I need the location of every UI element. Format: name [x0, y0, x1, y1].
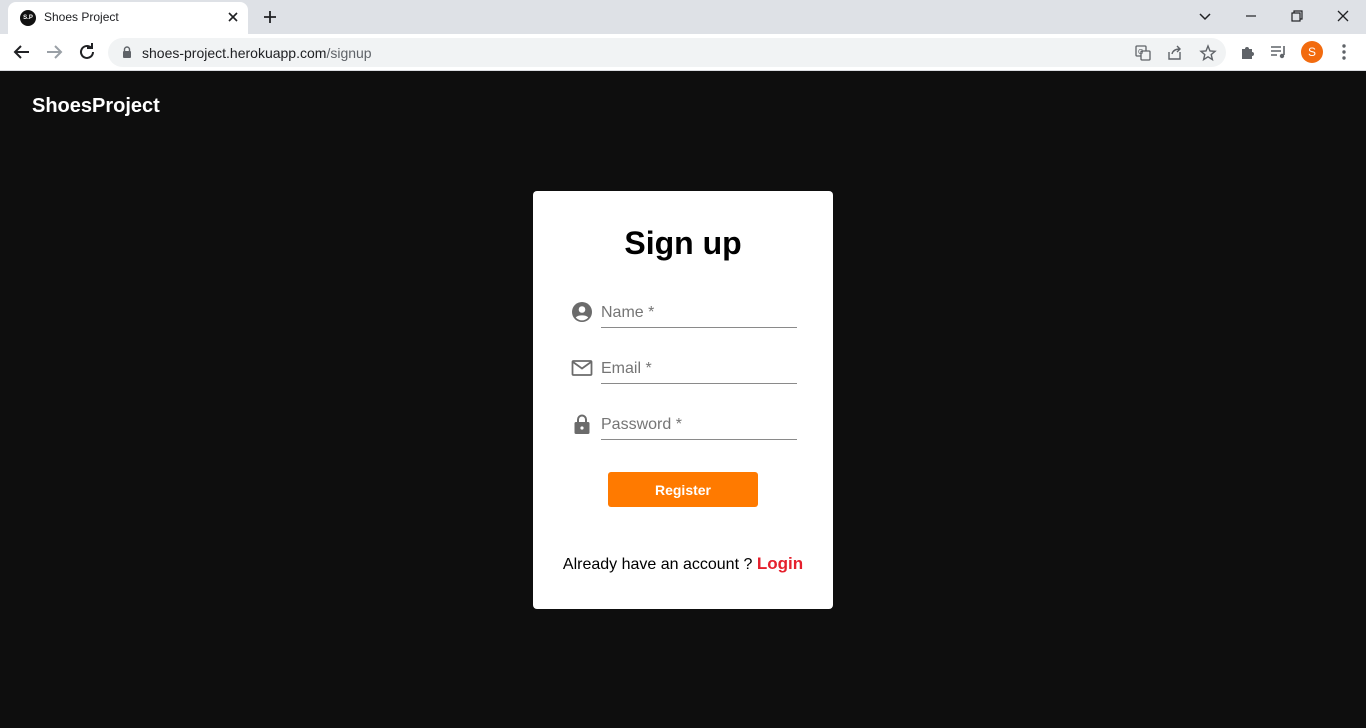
password-input[interactable]: [601, 410, 797, 440]
minimize-icon[interactable]: [1239, 4, 1263, 28]
address-bar[interactable]: shoes-project.herokuapp.com/signup G: [108, 38, 1226, 67]
translate-icon[interactable]: G: [1133, 43, 1153, 63]
profile-avatar[interactable]: S: [1301, 41, 1323, 63]
share-icon[interactable]: [1165, 43, 1185, 63]
login-link[interactable]: Login: [757, 554, 803, 573]
bookmark-star-icon[interactable]: [1198, 43, 1218, 63]
favicon-icon: S.P: [20, 10, 36, 26]
new-tab-icon[interactable]: [260, 7, 280, 27]
media-control-icon[interactable]: [1268, 41, 1290, 63]
browser-toolbar: shoes-project.herokuapp.com/signup G S: [0, 34, 1366, 71]
login-prompt: Already have an account ? Login: [533, 554, 833, 574]
mail-icon: [571, 360, 593, 376]
account-circle-icon: [572, 302, 592, 322]
extensions-icon[interactable]: [1237, 41, 1259, 63]
close-window-icon[interactable]: [1331, 4, 1355, 28]
tab-title: Shoes Project: [44, 10, 119, 24]
url-text[interactable]: shoes-project.herokuapp.com/signup: [142, 45, 372, 61]
register-button[interactable]: Register: [608, 472, 758, 507]
forward-icon[interactable]: [42, 40, 66, 64]
name-input[interactable]: [601, 298, 797, 328]
tab-search-icon[interactable]: [1193, 4, 1217, 28]
browser-tab[interactable]: S.P Shoes Project: [8, 2, 248, 34]
name-field: [570, 292, 797, 332]
svg-text:G: G: [1138, 49, 1143, 56]
lock-icon[interactable]: [120, 45, 134, 59]
back-icon[interactable]: [10, 40, 34, 64]
more-menu-icon[interactable]: [1333, 41, 1355, 63]
browser-tab-strip: S.P Shoes Project: [0, 0, 1366, 34]
close-tab-icon[interactable]: [224, 8, 242, 26]
signup-card: Sign up Register Already have an account…: [533, 191, 833, 609]
lock-icon: [574, 414, 590, 434]
email-field: [570, 348, 797, 388]
password-field: [570, 404, 797, 444]
page-title: Sign up: [624, 225, 742, 261]
restore-icon[interactable]: [1285, 4, 1309, 28]
brand-logo-text[interactable]: ShoesProject: [32, 95, 160, 118]
already-have-account-text: Already have an account ?: [562, 556, 757, 573]
email-input[interactable]: [601, 354, 797, 384]
reload-icon[interactable]: [75, 40, 99, 64]
